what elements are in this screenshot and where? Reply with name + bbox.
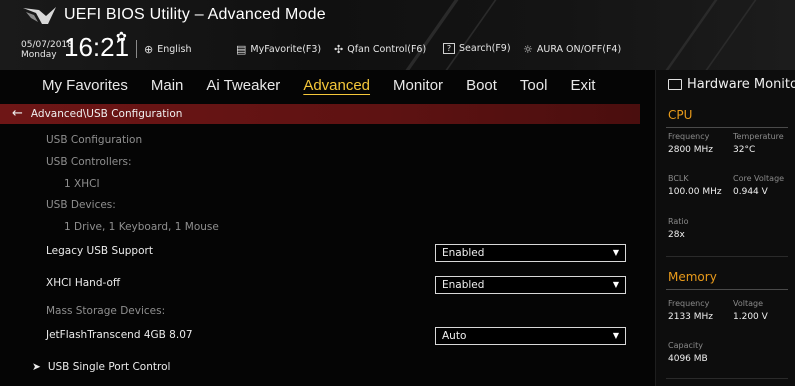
tab-exit[interactable]: Exit <box>570 77 595 94</box>
myfavorite-label: MyFavorite(F3) <box>250 44 322 55</box>
back-arrow-icon[interactable]: ← <box>12 104 23 124</box>
memory-voltage-label: Voltage <box>733 299 764 308</box>
usb-devices-label: USB Devices: <box>46 199 116 211</box>
globe-icon: ⊕ <box>144 43 154 56</box>
decor-stripe <box>665 0 718 70</box>
aura-button[interactable]: ☼ AURA ON/OFF(F4) <box>523 43 621 56</box>
memory-frequency-value: 2133 MHz <box>668 312 714 322</box>
section-divider <box>666 289 788 290</box>
search-label: Search(F9) <box>459 43 511 54</box>
cpu-temperature-value: 32°C <box>733 145 756 155</box>
cpu-frequency-label: Frequency <box>668 132 710 141</box>
fan-icon: ✣ <box>334 43 344 56</box>
mass-storage-label: Mass Storage Devices: <box>46 305 166 317</box>
chevron-down-icon: ▼ <box>612 331 619 340</box>
tab-main[interactable]: Main <box>151 77 184 94</box>
main-tab-bar: My Favorites Main Ai Tweaker Advanced Mo… <box>0 70 655 100</box>
capacity-value: 4096 MB <box>668 354 708 364</box>
main-panel: ← Advanced\USB Configuration USB Configu… <box>0 100 655 386</box>
core-voltage-value: 0.944 V <box>733 187 768 197</box>
title-bar: UEFI BIOS Utility – Advanced Mode 05/07/… <box>0 0 795 70</box>
search-button[interactable]: ? Search(F9) <box>443 43 511 54</box>
section-divider <box>666 256 788 257</box>
submenu-arrow-icon: ➤ <box>32 361 41 373</box>
app-title: UEFI BIOS Utility – Advanced Mode <box>64 6 326 23</box>
gear-icon[interactable]: ✿ <box>116 30 127 45</box>
cpu-section-title: CPU <box>668 108 693 122</box>
decor-stripe <box>705 0 757 70</box>
decor-stripe <box>445 0 497 70</box>
tab-tool[interactable]: Tool <box>520 77 548 94</box>
myfavorite-button[interactable]: ▤ MyFavorite(F3) <box>236 43 321 56</box>
usb-configuration-label: USB Configuration <box>46 134 143 146</box>
cpu-temperature-label: Temperature <box>733 132 784 141</box>
ratio-value: 28x <box>668 230 685 240</box>
aura-label: AURA ON/OFF(F4) <box>536 44 622 55</box>
usb-controllers-value: 1 XHCI <box>64 178 100 190</box>
cpu-frequency-value: 2800 MHz <box>668 145 714 155</box>
memory-voltage-value: 1.200 V <box>733 312 768 322</box>
header-divider <box>136 40 137 58</box>
tab-advanced[interactable]: Advanced <box>303 77 370 94</box>
jetflash-select[interactable]: Auto ▼ <box>435 327 626 345</box>
memory-frequency-label: Frequency <box>668 299 710 308</box>
hardware-monitor-label: Hardware Monitor <box>687 77 795 92</box>
aura-icon: ☼ <box>523 43 533 56</box>
language-label: English <box>157 44 192 55</box>
tab-monitor[interactable]: Monitor <box>393 77 443 94</box>
bclk-value: 100.00 MHz <box>668 187 722 197</box>
breadcrumb-text: Advanced\USB Configuration <box>30 108 183 120</box>
ratio-label: Ratio <box>668 217 689 226</box>
tab-my-favorites[interactable]: My Favorites <box>42 77 128 94</box>
core-voltage-label: Core Voltage <box>733 174 785 183</box>
usb-devices-value: 1 Drive, 1 Keyboard, 1 Mouse <box>64 221 219 233</box>
chevron-down-icon: ▼ <box>612 280 619 289</box>
xhci-handoff-value: Enabled <box>442 279 485 291</box>
bclk-label: BCLK <box>668 174 689 183</box>
hardware-monitor-panel: Hardware Monitor CPU Frequency Temperatu… <box>655 70 795 386</box>
qfan-label: Qfan Control(F6) <box>347 44 427 55</box>
legacy-usb-support-value: Enabled <box>442 247 485 259</box>
section-divider <box>666 127 788 128</box>
monitor-icon <box>668 79 682 90</box>
tab-boot[interactable]: Boot <box>466 77 497 94</box>
xhci-handoff-select[interactable]: Enabled ▼ <box>435 276 626 294</box>
rog-logo-icon <box>23 7 56 24</box>
capacity-label: Capacity <box>668 341 703 350</box>
language-button[interactable]: ⊕ English <box>144 43 192 56</box>
section-divider <box>666 378 788 379</box>
legacy-usb-support-select[interactable]: Enabled ▼ <box>435 244 626 262</box>
search-icon: ? <box>443 43 455 54</box>
legacy-usb-support-label: Legacy USB Support <box>46 245 153 257</box>
decor-stripe <box>405 0 459 70</box>
hardware-monitor-title: Hardware Monitor <box>668 77 795 92</box>
qfan-button[interactable]: ✣ Qfan Control(F6) <box>334 43 426 56</box>
memory-section-title: Memory <box>668 270 717 284</box>
usb-controllers-label: USB Controllers: <box>46 156 132 168</box>
chevron-down-icon: ▼ <box>612 248 619 257</box>
usb-single-port-control-label: USB Single Port Control <box>47 361 171 373</box>
breadcrumb[interactable]: ← Advanced\USB Configuration <box>0 104 640 124</box>
usb-single-port-control-link[interactable]: ➤ USB Single Port Control <box>32 361 170 373</box>
xhci-handoff-label: XHCI Hand-off <box>46 277 121 289</box>
tab-ai-tweaker[interactable]: Ai Tweaker <box>206 77 280 94</box>
jetflash-value: Auto <box>442 330 467 342</box>
favorite-icon: ▤ <box>236 43 247 56</box>
jetflash-label: JetFlashTranscend 4GB 8.07 <box>46 329 193 341</box>
